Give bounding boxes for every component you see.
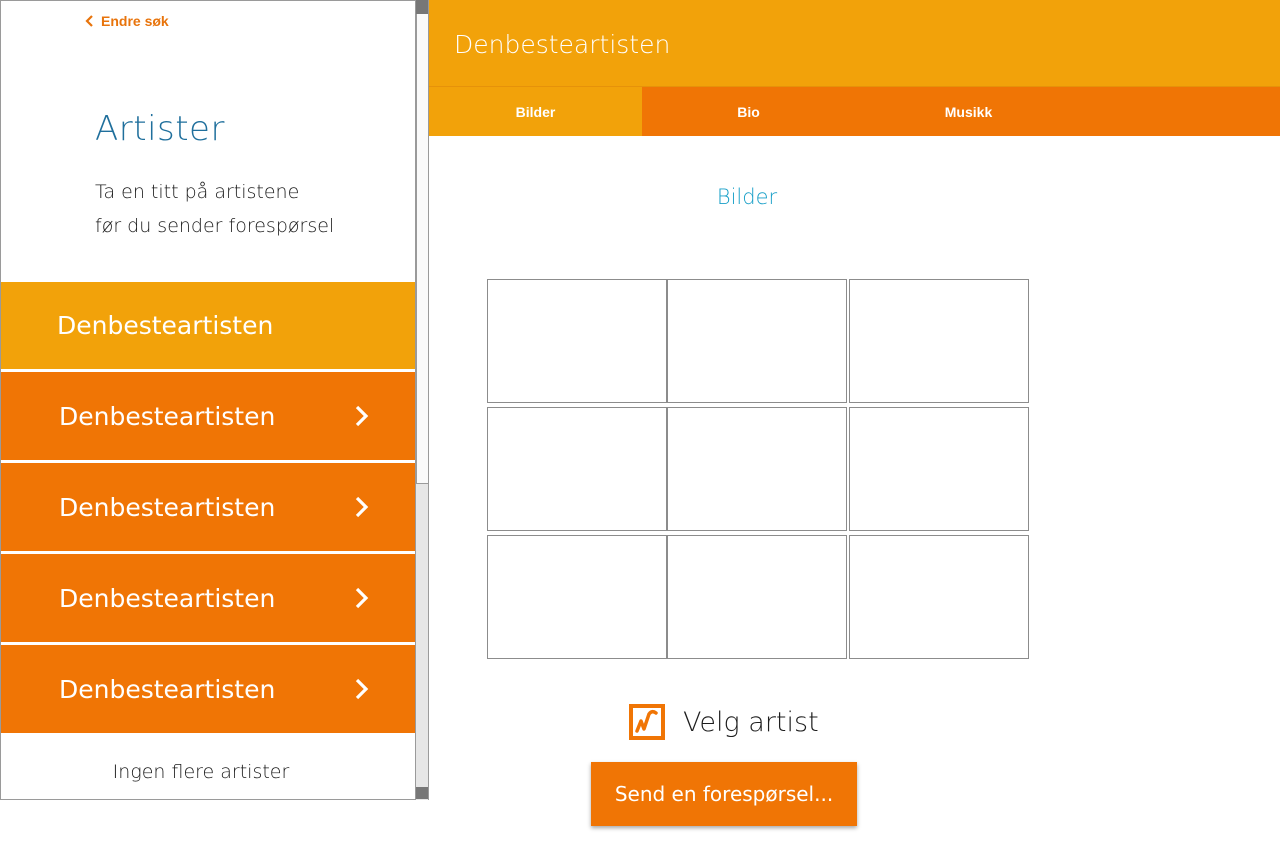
chevron-left-icon	[85, 15, 93, 27]
artist-list: Denbesteartisten Denbesteartisten Denbes…	[1, 282, 415, 736]
artist-tabs: Bilder Bio Musikk	[429, 87, 1280, 136]
subtitle-line-1: Ta en titt på artistene	[95, 181, 300, 203]
scrollbar-down-button[interactable]	[416, 787, 428, 799]
tab-musikk[interactable]: Musikk	[855, 87, 1082, 136]
section-title: Bilder	[716, 185, 778, 209]
artist-item[interactable]: Denbesteartisten	[1, 463, 415, 551]
select-artist-checkbox[interactable]: Velg artist	[629, 704, 819, 740]
chevron-right-icon	[355, 587, 369, 609]
image-grid	[487, 279, 1029, 659]
image-thumbnail[interactable]	[487, 407, 667, 531]
checkbox-checked-icon	[629, 704, 665, 740]
artist-title: Denbesteartisten	[454, 30, 671, 59]
image-thumbnail[interactable]	[487, 535, 667, 659]
artist-header: Denbesteartisten	[429, 0, 1280, 87]
image-thumbnail[interactable]	[849, 535, 1029, 659]
image-thumbnail[interactable]	[667, 279, 847, 403]
image-thumbnail[interactable]	[667, 407, 847, 531]
no-more-artists: Ingen flere artister	[112, 761, 290, 783]
tab-bio[interactable]: Bio	[642, 87, 855, 136]
artist-item-label: Denbesteartisten	[59, 674, 276, 704]
artist-sidebar: Endre søk Artister Ta en titt på artiste…	[0, 0, 429, 800]
select-artist-label: Velg artist	[683, 706, 819, 738]
artist-item-active[interactable]: Denbesteartisten	[1, 282, 415, 369]
artist-item-label: Denbesteartisten	[57, 311, 274, 340]
image-thumbnail[interactable]	[487, 279, 667, 403]
image-thumbnail[interactable]	[667, 535, 847, 659]
artist-item[interactable]: Denbesteartisten	[1, 645, 415, 733]
artist-item-label: Denbesteartisten	[59, 492, 276, 522]
artist-item-label: Denbesteartisten	[59, 583, 276, 613]
artist-item[interactable]: Denbesteartisten	[1, 554, 415, 642]
sidebar-title: Artister	[95, 109, 225, 149]
chevron-right-icon	[355, 678, 369, 700]
back-link-label: Endre søk	[101, 13, 169, 29]
subtitle-line-2: før du sender forespørsel	[95, 215, 335, 237]
scrollbar-up-button[interactable]	[416, 0, 428, 14]
scrollbar-thumb[interactable]	[416, 14, 428, 484]
image-thumbnail[interactable]	[849, 279, 1029, 403]
send-request-button[interactable]: Send en forespørsel...	[591, 762, 857, 826]
chevron-right-icon	[355, 496, 369, 518]
tab-bilder[interactable]: Bilder	[429, 87, 642, 136]
image-thumbnail[interactable]	[849, 407, 1029, 531]
artist-item-label: Denbesteartisten	[59, 401, 276, 431]
sidebar-subtitle: Ta en titt på artistene før du sender fo…	[95, 175, 334, 243]
back-link[interactable]: Endre søk	[85, 13, 169, 29]
chevron-right-icon	[355, 405, 369, 427]
artist-item[interactable]: Denbesteartisten	[1, 372, 415, 460]
